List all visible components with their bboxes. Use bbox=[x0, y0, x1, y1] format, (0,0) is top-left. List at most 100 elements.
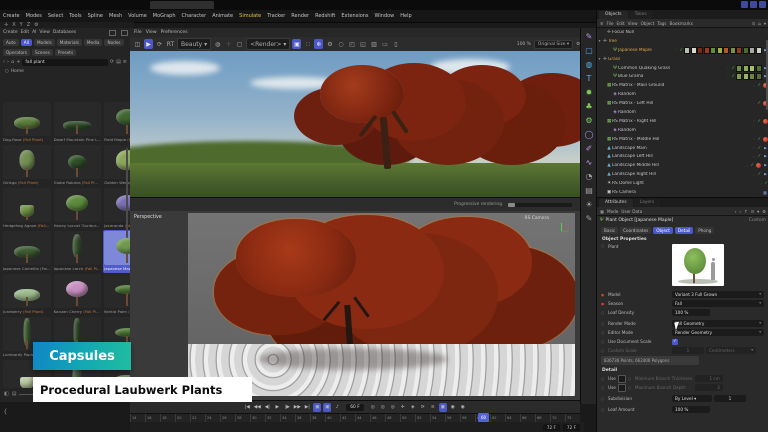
object-row[interactable]: Ψ Blue Grama ∷ ✓ ⚑ bbox=[597, 72, 768, 81]
enable-check-icon[interactable]: ✓ bbox=[680, 48, 684, 53]
render-toolbar-icon[interactable]: ▥ bbox=[369, 39, 378, 49]
grid-icon[interactable]: ▦ bbox=[600, 209, 604, 214]
render-toolbar-icon[interactable]: ◰ bbox=[347, 39, 356, 49]
view-grid-icon[interactable]: ◧ bbox=[4, 391, 9, 397]
render-toolbar-icon[interactable]: Beauty ▾ bbox=[177, 38, 211, 50]
object-name[interactable]: Landscape Middle Hill bbox=[612, 163, 659, 168]
menu-item[interactable]: Select bbox=[45, 10, 66, 22]
asset-tile[interactable]: Dog-Rose (Fall Plant) bbox=[2, 101, 52, 144]
object-name[interactable]: Random bbox=[618, 128, 636, 133]
menu-view[interactable]: View bbox=[146, 30, 157, 35]
keyframe-dot[interactable]: ● bbox=[601, 293, 606, 297]
material-swatches[interactable] bbox=[736, 73, 762, 80]
render-toolbar-icon[interactable]: ⟳ bbox=[155, 39, 164, 49]
leaf-density-field[interactable]: 100 % bbox=[672, 309, 710, 316]
render-toolbar-icon[interactable]: <Render> ▾ bbox=[246, 38, 290, 50]
asset-tile[interactable]: Hedgehog Agave (Fall... bbox=[2, 187, 52, 230]
menu-item[interactable]: Volume bbox=[125, 10, 150, 22]
create-object-icon[interactable]: ∿ bbox=[583, 156, 596, 169]
camera-label[interactable]: RS Camera bbox=[525, 216, 549, 221]
object-name[interactable]: Landscape Left Hill bbox=[612, 154, 653, 159]
view-list-icon[interactable]: ▤ bbox=[12, 391, 17, 397]
layout-tab[interactable] bbox=[150, 1, 214, 9]
menu-item[interactable]: Character bbox=[179, 10, 210, 22]
object-row[interactable]: ✛ Focus Null ∷ bbox=[597, 28, 768, 37]
enable-check-icon[interactable]: ✓ bbox=[757, 119, 761, 124]
transport-button[interactable]: ▶▶ bbox=[293, 403, 301, 412]
menu-item[interactable]: Help bbox=[397, 10, 414, 22]
keyframe-button[interactable]: ⟳ bbox=[419, 403, 427, 412]
transport-button[interactable]: ▶ bbox=[273, 403, 281, 412]
object-name[interactable]: Common Quaking Grass bbox=[618, 66, 670, 71]
visibility-dots[interactable]: ∷ bbox=[753, 173, 755, 177]
object-row[interactable]: ▲ Landscape Right Hill ∷ ✓ ⚑ bbox=[597, 170, 768, 179]
create-object-icon[interactable]: ✐ bbox=[583, 142, 596, 155]
object-name[interactable]: Focus Null bbox=[612, 30, 634, 35]
use-document-scale-checkbox[interactable]: ✓ bbox=[672, 339, 678, 345]
filter-tab[interactable]: Auto bbox=[3, 39, 19, 46]
filter-tab[interactable]: Scenes bbox=[32, 49, 53, 56]
render-toolbar-icon[interactable]: ✛ bbox=[224, 39, 233, 49]
visibility-dots[interactable]: ∷ bbox=[727, 75, 729, 79]
menu-item[interactable]: Extensions bbox=[338, 10, 371, 22]
redshift-material-swatch[interactable] bbox=[763, 137, 768, 142]
section-tab[interactable]: Object bbox=[653, 227, 673, 234]
menu-item[interactable]: MoGraph bbox=[150, 10, 179, 22]
visibility-dots[interactable]: ∷ bbox=[746, 164, 748, 168]
menu-item[interactable]: Tools bbox=[66, 10, 84, 22]
menu-ai[interactable]: AI bbox=[32, 30, 36, 35]
filter-tab[interactable]: Nodes bbox=[104, 39, 123, 46]
asset-tile[interactable]: Honey Locust 'Sunbur... bbox=[53, 187, 102, 230]
menu-user-data[interactable]: User Data bbox=[621, 209, 642, 214]
refresh-icon[interactable]: ⟳ bbox=[110, 59, 114, 65]
material-swatches[interactable] bbox=[684, 47, 762, 54]
menu-item[interactable]: Render bbox=[288, 10, 312, 22]
filter-icon[interactable]: ▾ bbox=[757, 209, 759, 214]
tab-attributes[interactable]: Attributes bbox=[599, 199, 633, 207]
create-object-icon[interactable]: ◔ bbox=[583, 170, 596, 183]
material-swatches[interactable] bbox=[736, 65, 762, 72]
geometry-stats-button[interactable]: 836736 Points, 662406 Polygons bbox=[601, 356, 699, 365]
menu-databases[interactable]: Databases bbox=[53, 30, 76, 35]
timeline-toggle[interactable]: ♪ bbox=[333, 403, 341, 412]
visibility-dots[interactable]: ∷ bbox=[753, 102, 755, 106]
object-row[interactable]: ☀ RS Dome Light ∷ ✓ bbox=[597, 179, 768, 188]
menu-item[interactable]: Animate bbox=[209, 10, 236, 22]
transport-button[interactable]: ◀◀ bbox=[253, 403, 261, 412]
search-icon[interactable]: ⊙ bbox=[751, 209, 755, 214]
object-tag-icon[interactable]: ⚑ bbox=[763, 163, 767, 168]
object-tag-icon[interactable]: ⚑ bbox=[763, 146, 767, 151]
zoom-level[interactable]: 100 % bbox=[517, 42, 531, 47]
menu-file[interactable]: File bbox=[607, 21, 614, 26]
visibility-dots[interactable]: ∷ bbox=[753, 146, 755, 150]
object-name[interactable]: Blue Grama bbox=[618, 74, 643, 79]
render-toolbar-icon[interactable]: ▶ bbox=[144, 39, 153, 49]
menu-item[interactable]: Redshift bbox=[312, 10, 338, 22]
object-row[interactable]: ▲ Landscape Middle Hill ∷ ✓ ⚑ bbox=[597, 161, 768, 170]
create-object-icon[interactable]: ☀ bbox=[583, 198, 596, 211]
object-name[interactable]: RS Matrix - Right Hill bbox=[612, 119, 656, 124]
playhead[interactable]: 60 bbox=[478, 413, 489, 422]
render-toolbar-icon[interactable]: ▯ bbox=[391, 39, 400, 49]
filter-tab[interactable]: Models bbox=[34, 39, 55, 46]
keyframe-button[interactable]: ◈ bbox=[409, 403, 417, 412]
object-row[interactable]: ▾ ✛ Grass ∷ bbox=[597, 55, 768, 64]
menu-item[interactable]: Tracker bbox=[264, 10, 288, 22]
panel-icon[interactable] bbox=[109, 30, 116, 36]
object-name[interactable]: Random bbox=[618, 92, 636, 97]
keyframe-button[interactable]: ◎ bbox=[369, 403, 377, 412]
create-object-icon[interactable]: ◍ bbox=[583, 58, 596, 71]
transport-button[interactable]: |▶ bbox=[283, 403, 291, 412]
render-toolbar-icon[interactable]: ○ bbox=[336, 39, 345, 49]
gear-icon[interactable]: ⚙ bbox=[762, 209, 766, 214]
section-tab[interactable]: Phong bbox=[695, 227, 714, 234]
subdivision-value-field[interactable]: 1 bbox=[714, 395, 746, 402]
render-mode-dropdown[interactable]: Full Geometry▾ bbox=[672, 320, 764, 327]
render-toolbar-icon[interactable]: ▢ bbox=[235, 39, 244, 49]
create-object-icon[interactable]: T bbox=[583, 72, 596, 85]
menu-item[interactable]: Modes bbox=[23, 10, 45, 22]
add-icon[interactable]: + bbox=[16, 59, 20, 65]
range-end-field[interactable]: 72 F bbox=[543, 424, 560, 431]
menu-item[interactable]: Mesh bbox=[106, 10, 125, 22]
season-dropdown[interactable]: Fall▾ bbox=[672, 300, 764, 307]
